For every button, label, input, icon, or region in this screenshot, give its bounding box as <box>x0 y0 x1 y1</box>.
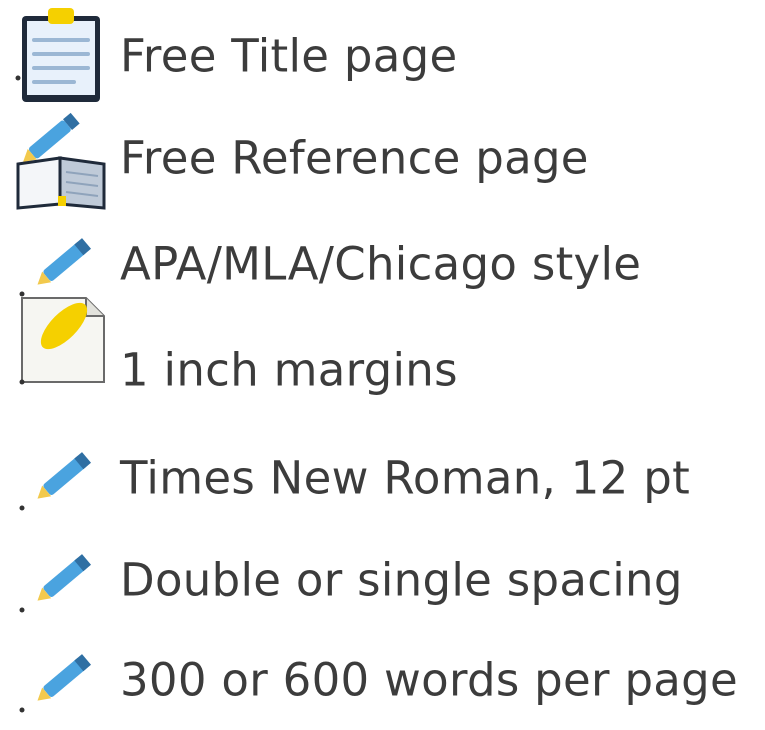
feature-label: 300 or 600 words per page <box>120 653 739 707</box>
feature-item-citation-style: APA/MLA/Chicago style <box>0 214 765 314</box>
feature-item-title-page: Free Title page <box>0 6 765 106</box>
feature-item-reference-page: Free Reference page <box>0 108 765 210</box>
page-corner-icon <box>12 297 112 420</box>
pencil-icon <box>12 630 112 730</box>
feature-item-font: Times New Roman, 12 pt <box>0 428 765 528</box>
clipboard-icon <box>14 6 114 106</box>
feature-label: Free Title page <box>120 29 458 83</box>
feature-label: APA/MLA/Chicago style <box>120 237 642 291</box>
feature-label: Free Reference page <box>120 131 589 185</box>
feature-item-word-count: 300 or 600 words per page <box>0 630 765 730</box>
feature-label: Double or single spacing <box>120 553 683 607</box>
pencil-icon <box>12 530 112 630</box>
feature-label: Times New Roman, 12 pt <box>120 451 691 505</box>
feature-item-spacing: Double or single spacing <box>0 530 765 630</box>
open-book-icon <box>12 108 112 210</box>
feature-label: 1 inch margins <box>120 343 458 397</box>
pencil-icon <box>12 428 112 528</box>
feature-item-margins: 1 inch margins <box>0 297 765 420</box>
features-list: Free Title page Free Reference page APA/… <box>0 0 765 713</box>
